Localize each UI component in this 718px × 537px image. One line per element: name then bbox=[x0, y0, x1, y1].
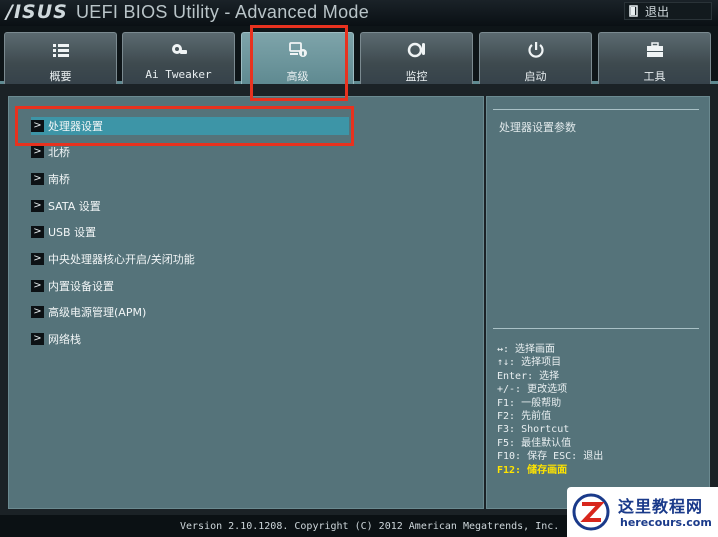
tab-tools[interactable]: 工具 bbox=[598, 32, 711, 84]
help-description: 处理器设置参数 bbox=[499, 121, 576, 134]
menu-item-label: 中央处理器核心开启/关闭功能 bbox=[48, 253, 195, 266]
menu-item-label: 南桥 bbox=[48, 173, 70, 186]
menu-item-onboard-devices[interactable]: > 内置设备设置 bbox=[31, 277, 349, 295]
key-hint: F10: 保存 ESC: 退出 bbox=[497, 451, 604, 463]
menu-item-label: 网络栈 bbox=[48, 333, 81, 346]
key-hint: F3: Shortcut bbox=[497, 424, 570, 436]
watermark-url: herecours.com bbox=[620, 516, 712, 529]
highlight-advanced-tab bbox=[250, 25, 348, 101]
key-hint-print-screen: F12: 储存画面 bbox=[497, 464, 568, 476]
divider bbox=[493, 328, 699, 329]
tab-label: 工具 bbox=[643, 70, 666, 83]
chevron-right-icon: > bbox=[31, 226, 44, 238]
chevron-right-icon: > bbox=[31, 146, 44, 158]
tab-label: 启动 bbox=[524, 70, 547, 83]
menu-item-apm[interactable]: > 高级电源管理(APM) bbox=[31, 303, 349, 321]
menu-item-label: 高级电源管理(APM) bbox=[48, 306, 147, 319]
menu-item-network-stack[interactable]: > 网络栈 bbox=[31, 330, 349, 348]
tab-label: 监控 bbox=[405, 70, 428, 83]
chevron-right-icon: > bbox=[31, 306, 44, 318]
chevron-right-icon: > bbox=[31, 333, 44, 345]
tab-overview[interactable]: 概要 bbox=[4, 32, 117, 84]
key-hint: ↔: 选择画面 bbox=[497, 344, 556, 355]
monitor-icon bbox=[407, 42, 425, 58]
tab-monitor[interactable]: 监控 bbox=[360, 32, 473, 84]
tab-bar: 概要 Ai Tweaker 高级 监控 启动 工具 bbox=[0, 26, 718, 84]
menu-panel: > 处理器设置 > 北桥 > 南桥 > SATA 设置 > USB 设置 > 中… bbox=[8, 96, 484, 509]
app-title: UEFI BIOS Utility - Advanced Mode bbox=[76, 2, 370, 22]
menu-item-label: 北桥 bbox=[48, 146, 70, 159]
highlight-cpu-config bbox=[15, 106, 354, 146]
menu-item-label: SATA 设置 bbox=[48, 200, 101, 213]
tab-boot[interactable]: 启动 bbox=[479, 32, 592, 84]
power-icon bbox=[527, 42, 544, 58]
version-text: Version 2.10.1208. Copyright (C) 2012 Am… bbox=[180, 521, 560, 532]
site-watermark: 这里教程网 herecours.com bbox=[567, 487, 718, 537]
exit-icon bbox=[629, 5, 638, 17]
toolbox-icon bbox=[646, 42, 663, 57]
tab-label: Ai Tweaker bbox=[145, 68, 212, 81]
menu-item-southbridge[interactable]: > 南桥 bbox=[31, 170, 349, 188]
key-hint: F5: 最佳默认值 bbox=[497, 437, 572, 449]
menu-item-label: 内置设备设置 bbox=[48, 280, 114, 293]
ai-tweaker-icon bbox=[171, 44, 187, 54]
exit-label: 退出 bbox=[645, 4, 670, 19]
title-bar: /ISUS UEFI BIOS Utility - Advanced Mode … bbox=[0, 0, 718, 26]
key-hint: ↑↓: 选择项目 bbox=[497, 357, 562, 369]
menu-item-cpu-core[interactable]: > 中央处理器核心开启/关闭功能 bbox=[31, 250, 349, 268]
main-area: > 处理器设置 > 北桥 > 南桥 > SATA 设置 > USB 设置 > 中… bbox=[0, 84, 718, 515]
menu-item-usb[interactable]: > USB 设置 bbox=[31, 223, 349, 241]
key-legend: ↔: 选择画面 ↑↓: 选择项目 Enter: 选择 +/-: 更改选项 F1:… bbox=[497, 343, 603, 477]
chevron-right-icon: > bbox=[31, 200, 44, 212]
divider bbox=[493, 109, 699, 110]
tab-label: 概要 bbox=[49, 70, 72, 83]
chevron-right-icon: > bbox=[31, 253, 44, 265]
key-hint: Enter: 选择 bbox=[497, 370, 560, 382]
key-hint: F1: 一般帮助 bbox=[497, 397, 562, 409]
menu-item-sata[interactable]: > SATA 设置 bbox=[31, 197, 349, 215]
help-panel: 处理器设置参数 ↔: 选择画面 ↑↓: 选择项目 Enter: 选择 +/-: … bbox=[486, 96, 710, 509]
key-hint: +/-: 更改选项 bbox=[497, 384, 568, 396]
exit-button[interactable]: 退出 bbox=[624, 2, 712, 20]
chevron-right-icon: > bbox=[31, 280, 44, 292]
list-icon bbox=[52, 44, 69, 57]
key-hint: F2: 先前值 bbox=[497, 411, 552, 423]
menu-item-label: USB 设置 bbox=[48, 226, 97, 239]
asus-logo: /ISUS bbox=[6, 1, 68, 23]
chevron-right-icon: > bbox=[31, 173, 44, 185]
z-logo-icon bbox=[572, 493, 610, 531]
watermark-title: 这里教程网 bbox=[618, 497, 704, 516]
tab-ai-tweaker[interactable]: Ai Tweaker bbox=[122, 32, 235, 84]
